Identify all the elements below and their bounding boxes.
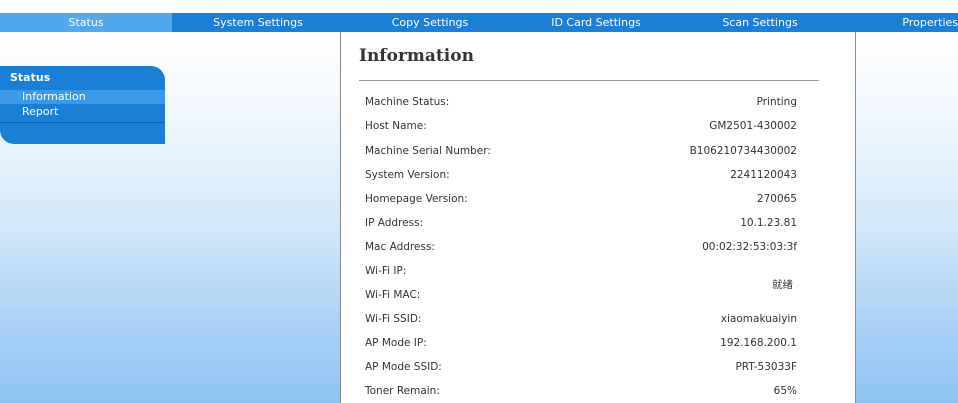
tab-system-settings[interactable]: System Settings — [172, 13, 344, 32]
sidebar-menu: Status Information Report — [0, 66, 165, 144]
tab-status[interactable]: Status — [0, 13, 172, 32]
right-background — [856, 32, 958, 403]
value-ap-mode-ip: 192.168.200.1 — [720, 337, 797, 349]
page-title: Information — [359, 46, 474, 66]
wifi-status-value: 就绪 — [772, 279, 793, 291]
main-panel: Information Machine Status: Printing Hos… — [340, 32, 856, 403]
label-mac-address: Mac Address: — [365, 241, 435, 253]
label-wifi-ssid: Wi-Fi SSID: — [365, 313, 422, 325]
tab-copy-settings[interactable]: Copy Settings — [344, 13, 516, 32]
label-host-name: Host Name: — [365, 120, 427, 132]
value-ip-address: 10.1.23.81 — [740, 217, 797, 229]
label-ap-mode-ip: AP Mode IP: — [365, 337, 427, 349]
tab-id-card-settings[interactable]: ID Card Settings — [516, 13, 676, 32]
sidebar-heading: Status — [10, 71, 51, 84]
sidebar-divider — [0, 122, 165, 123]
value-homepage-version: 270065 — [756, 193, 797, 205]
value-ap-mode-ssid: PRT-53033F — [735, 361, 797, 373]
value-mac-address: 00:02:32:53:03:3f — [702, 241, 797, 253]
value-wifi-ssid: xiaomakuaiyin — [720, 313, 797, 325]
label-wifi-mac: Wi-Fi MAC: — [365, 289, 421, 301]
tab-properties[interactable]: Properties — [844, 13, 958, 32]
value-machine-status: Printing — [756, 96, 797, 108]
label-toner-remain: Toner Remain: — [365, 385, 440, 397]
value-serial-number: B106210734430002 — [689, 145, 797, 157]
value-system-version: 2241120043 — [730, 169, 797, 181]
value-toner-remain: 65% — [773, 385, 797, 397]
label-machine-status: Machine Status: — [365, 96, 450, 108]
label-ip-address: IP Address: — [365, 217, 424, 229]
label-system-version: System Version: — [365, 169, 450, 181]
tab-scan-settings[interactable]: Scan Settings — [676, 13, 844, 32]
title-divider — [359, 80, 819, 81]
top-nav: Status System Settings Copy Settings ID … — [0, 13, 958, 32]
label-serial-number: Machine Serial Number: — [365, 145, 491, 157]
label-wifi-ip: Wi-Fi IP: — [365, 265, 407, 277]
sidebar-item-report[interactable]: Report — [0, 105, 165, 119]
label-ap-mode-ssid: AP Mode SSID: — [365, 361, 442, 373]
value-host-name: GM2501-430002 — [709, 120, 797, 132]
sidebar-item-information[interactable]: Information — [0, 90, 165, 104]
label-homepage-version: Homepage Version: — [365, 193, 468, 205]
